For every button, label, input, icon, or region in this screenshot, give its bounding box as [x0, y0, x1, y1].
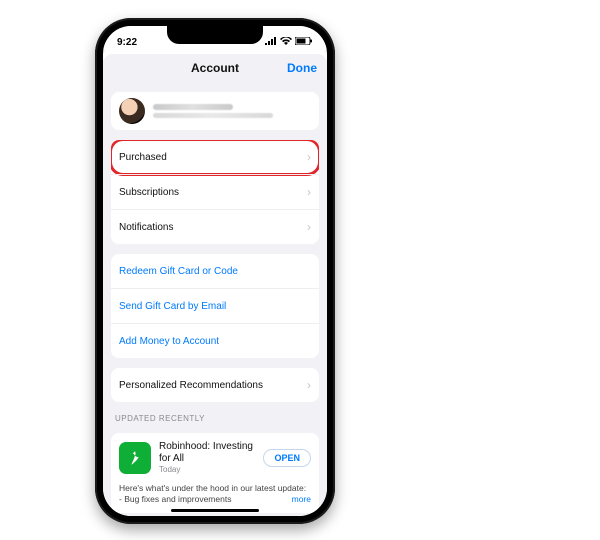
subscriptions-row[interactable]: Subscriptions ›: [111, 174, 319, 209]
app-sub: Today: [159, 465, 263, 475]
gift-card-group: Redeem Gift Card or Code Send Gift Card …: [111, 254, 319, 358]
home-indicator[interactable]: [171, 509, 259, 512]
notifications-row[interactable]: Notifications ›: [111, 209, 319, 244]
wifi-icon: [280, 37, 292, 48]
chevron-right-icon: ›: [307, 150, 311, 164]
done-button[interactable]: Done: [239, 61, 317, 75]
personalized-label: Personalized Recommendations: [119, 380, 303, 391]
app-row[interactable]: Robinhood: Investing for All Today OPEN: [111, 433, 319, 483]
screen: 9:22 Account Done: [103, 26, 327, 516]
app-icon-robinhood: [119, 442, 151, 474]
redeem-row[interactable]: Redeem Gift Card or Code: [111, 254, 319, 288]
subscriptions-label: Subscriptions: [119, 187, 303, 198]
updated-recently-header: UPDATED RECENTLY: [115, 414, 315, 423]
battery-icon: [295, 37, 313, 48]
profile-name-redacted: [153, 104, 233, 110]
add-money-row[interactable]: Add Money to Account: [111, 323, 319, 358]
profile-email-redacted: [153, 113, 273, 118]
page-title: Account: [191, 61, 239, 75]
update-note-text: Here's what's under the hood in our late…: [119, 483, 306, 504]
avatar: [119, 98, 145, 124]
send-gift-label: Send Gift Card by Email: [119, 301, 311, 312]
profile-row[interactable]: [111, 92, 319, 130]
account-menu-group: Purchased › Subscriptions › Notification…: [111, 140, 319, 244]
personalized-group: Personalized Recommendations ›: [111, 368, 319, 402]
send-gift-row[interactable]: Send Gift Card by Email: [111, 288, 319, 323]
app-name: Robinhood: Investing for All: [159, 441, 263, 465]
chevron-right-icon: ›: [307, 220, 311, 234]
more-link[interactable]: more: [292, 494, 311, 505]
status-time: 9:22: [117, 37, 137, 48]
purchased-label: Purchased: [119, 152, 303, 163]
notifications-label: Notifications: [119, 222, 303, 233]
personalized-row[interactable]: Personalized Recommendations ›: [111, 368, 319, 402]
redeem-label: Redeem Gift Card or Code: [119, 266, 311, 277]
add-money-label: Add Money to Account: [119, 336, 311, 347]
notch: [167, 26, 263, 44]
account-sheet: Account Done Purchased: [103, 54, 327, 516]
nav-bar: Account Done: [103, 54, 327, 82]
purchased-row[interactable]: Purchased ›: [111, 140, 319, 174]
chevron-right-icon: ›: [307, 378, 311, 392]
updated-app-card-0: Robinhood: Investing for All Today OPEN …: [111, 433, 319, 513]
profile-group: [111, 92, 319, 130]
chevron-right-icon: ›: [307, 185, 311, 199]
signal-icon: [265, 37, 277, 48]
open-button[interactable]: OPEN: [263, 449, 311, 467]
phone-frame: 9:22 Account Done: [95, 18, 335, 524]
